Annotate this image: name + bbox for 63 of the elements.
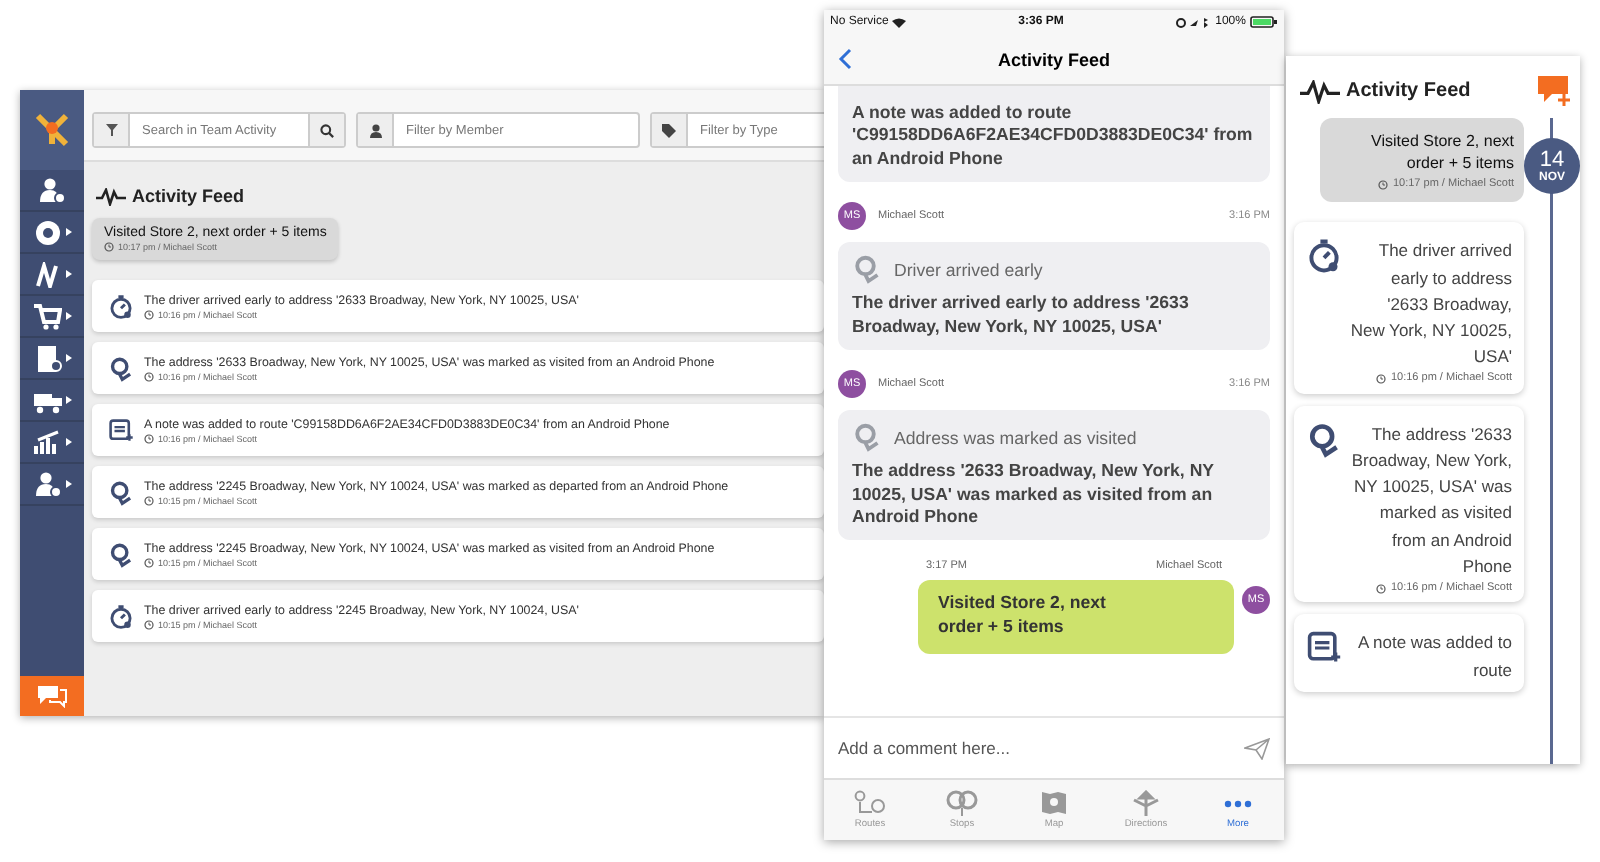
message-bubble: Visited Store 2, next order + 5 items [918, 580, 1234, 655]
caret-icon [65, 396, 71, 404]
tag-icon [662, 123, 676, 137]
activity-text: A note was added to route [1355, 630, 1512, 684]
location-pin-icon [1306, 421, 1342, 458]
stopwatch-icon [108, 603, 134, 629]
caret-icon [65, 354, 71, 362]
clock-icon [144, 557, 154, 567]
clock-icon [144, 371, 154, 381]
clock-icon [144, 433, 154, 443]
activity-text: The driver arrived early to address '2633 Broadway, New York, NY 10025, USA' [1350, 238, 1512, 371]
location-pin-icon [108, 541, 134, 567]
battery-icon [1249, 16, 1278, 28]
clock-icon [144, 619, 154, 629]
event-text: The driver arrived early to address '2633 Broadway, New York, NY 10025, USA' [852, 292, 1191, 339]
pulse-icon [96, 187, 126, 205]
chat-icon [36, 684, 68, 708]
screen-title: Activity Feed [997, 49, 1111, 69]
event-text: The address '2633 Broadway, New York, NY 10025, USA' was marked as visited from an Android Phone [852, 460, 1216, 529]
activity-text: The address '2633 Broadway, New York, NY 10025, USA' was marked as visited from an Android Phone [1350, 421, 1512, 580]
stopwatch-icon [1306, 238, 1342, 275]
comment-field[interactable]: Add a comment here... [838, 738, 1244, 758]
pulse-icon [1298, 79, 1342, 103]
back-icon[interactable] [838, 48, 852, 70]
status-icons [1175, 17, 1212, 27]
filter-icon [105, 124, 117, 136]
caret-icon [65, 270, 71, 278]
send-icon[interactable] [1244, 737, 1270, 759]
directions-icon [1128, 790, 1164, 816]
caret-icon [65, 228, 71, 236]
clock-icon [1378, 179, 1389, 190]
event-title: Address was marked as visited [894, 427, 1137, 448]
note-add-icon [1306, 630, 1342, 667]
clock-icon [104, 242, 114, 252]
location-pin-icon [852, 422, 882, 453]
add-comment-icon[interactable] [1538, 76, 1572, 106]
caret-icon [65, 480, 71, 488]
stops-icon [944, 790, 980, 816]
note-text: Visited Store 2, next order + 5 items [1369, 130, 1514, 175]
chart-icon[interactable] [33, 429, 61, 455]
location-pin-icon [108, 479, 134, 505]
wifi-icon [892, 17, 907, 27]
search-icon[interactable] [320, 123, 334, 137]
clock-icon [1376, 583, 1387, 594]
person-icon [369, 123, 381, 137]
location-pin-icon [852, 254, 882, 285]
clock-icon [1376, 374, 1387, 385]
cart-icon[interactable] [33, 303, 61, 329]
feed-title: Activity Feed [1346, 80, 1473, 102]
routes-icon [852, 790, 888, 816]
stopwatch-icon [108, 293, 134, 319]
chat-button[interactable] [20, 676, 84, 716]
caret-icon [65, 312, 71, 320]
note-add-icon [108, 417, 134, 443]
logo-icon [20, 90, 84, 170]
caret-icon [65, 438, 71, 446]
map-icon [1036, 790, 1072, 816]
location-pin-icon [108, 355, 134, 381]
clock-icon [144, 309, 154, 319]
clock-icon [144, 495, 154, 505]
event-title: Driver arrived early [894, 259, 1043, 280]
feed-title: Activity Feed [132, 186, 245, 206]
event-text: A note was added to route 'C99158DD6A6F2AE34CFD0D3883DE0C34' from an Android Phone [852, 102, 1255, 171]
